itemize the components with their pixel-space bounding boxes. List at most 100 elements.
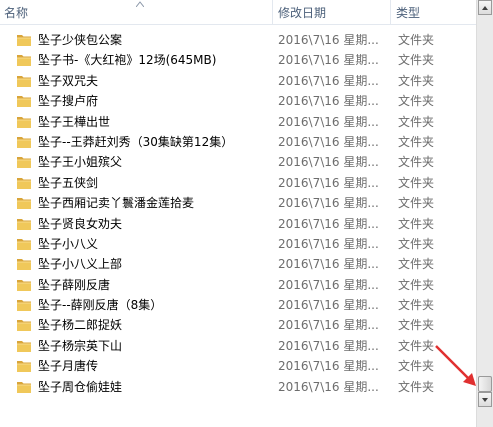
file-type: 文件夹 — [398, 298, 435, 313]
folder-icon — [17, 381, 31, 393]
file-row[interactable]: 坠子小八义上部 2016\7\16 星期... 文件夹 — [0, 254, 476, 274]
folder-icon — [17, 320, 31, 332]
folder-icon — [17, 361, 31, 373]
file-type: 文件夹 — [398, 33, 435, 47]
file-type: 文件夹 — [398, 277, 435, 292]
file-date-modified: 2016\7\16 星期... — [278, 53, 379, 68]
file-date-modified: 2016\7\16 星期... — [278, 73, 379, 88]
file-date-modified: 2016\7\16 星期... — [278, 236, 379, 251]
file-type: 文件夹 — [398, 236, 435, 251]
folder-icon — [17, 75, 31, 87]
file-row[interactable]: 坠子薛刚反唐 2016\7\16 星期... 文件夹 — [0, 275, 476, 295]
file-name: 坠子贤良女劝夫 — [38, 216, 123, 231]
folder-icon — [17, 96, 31, 108]
file-row[interactable]: 坠子少侠包公案 2016\7\16 星期... 文件夹 — [0, 30, 476, 50]
scroll-down-button[interactable] — [478, 392, 492, 407]
file-name: 坠子薛刚反唐 — [38, 277, 111, 292]
file-row[interactable]: 坠子书-《大红袍》12场(645MB) 2016\7\16 星期... 文件夹 — [0, 50, 476, 70]
file-type: 文件夹 — [398, 379, 435, 394]
file-row[interactable]: 坠子王小姐殡父 2016\7\16 星期... 文件夹 — [0, 152, 476, 172]
folder-icon — [17, 300, 31, 312]
file-name: 坠子王樺出世 — [38, 114, 111, 129]
file-type: 文件夹 — [398, 94, 435, 109]
file-date-modified: 2016\7\16 星期... — [278, 338, 379, 353]
file-name: 坠子双咒夫 — [38, 73, 99, 88]
file-type: 文件夹 — [398, 175, 435, 190]
file-name: 坠子周仓偷娃娃 — [38, 379, 123, 394]
file-type: 文件夹 — [398, 73, 435, 88]
folder-icon — [17, 198, 31, 210]
file-date-modified: 2016\7\16 星期... — [278, 134, 379, 149]
file-name: 坠子--薛刚反唐（8集） — [38, 298, 163, 313]
column-divider[interactable] — [272, 0, 273, 24]
file-row[interactable]: 坠子西厢记卖丫鬟潘金莲拾麦 2016\7\16 星期... 文件夹 — [0, 193, 476, 213]
file-name: 坠子少侠包公案 — [38, 33, 123, 47]
file-date-modified: 2016\7\16 星期... — [278, 196, 379, 211]
folder-icon — [17, 238, 31, 250]
scroll-up-button[interactable] — [478, 0, 492, 15]
column-divider[interactable] — [390, 0, 391, 24]
file-row[interactable]: 坠子小八义 2016\7\16 星期... 文件夹 — [0, 234, 476, 254]
file-name: 坠子小八义上部 — [38, 257, 123, 272]
file-date-modified: 2016\7\16 星期... — [278, 298, 379, 313]
folder-icon — [17, 340, 31, 352]
folder-icon — [17, 136, 31, 148]
file-date-modified: 2016\7\16 星期... — [278, 257, 379, 272]
file-row[interactable]: 坠子王樺出世 2016\7\16 星期... 文件夹 — [0, 112, 476, 132]
file-date-modified: 2016\7\16 星期... — [278, 94, 379, 109]
file-list: 坠子少侠包公案 2016\7\16 星期... 文件夹 坠子书-《大红袍》12场(64… — [0, 30, 476, 397]
file-type: 文件夹 — [398, 53, 435, 68]
file-row[interactable]: 坠子--薛刚反唐（8集） 2016\7\16 星期... 文件夹 — [0, 295, 476, 315]
folder-icon — [17, 259, 31, 271]
file-date-modified: 2016\7\16 星期... — [278, 318, 379, 333]
folder-icon — [17, 177, 31, 189]
column-header-date-modified[interactable]: 修改日期 — [278, 0, 390, 24]
file-date-modified: 2016\7\16 星期... — [278, 155, 379, 170]
folder-icon — [17, 35, 31, 46]
file-type: 文件夹 — [398, 155, 435, 170]
annotation-arrow-icon — [435, 345, 476, 386]
file-name: 坠子小八义 — [38, 236, 99, 251]
file-row[interactable]: 坠子双咒夫 2016\7\16 星期... 文件夹 — [0, 71, 476, 91]
file-date-modified: 2016\7\16 星期... — [278, 379, 379, 394]
folder-icon — [17, 55, 31, 67]
file-date-modified: 2016\7\16 星期... — [278, 277, 379, 292]
column-header-bar: 名称 修改日期 类型 — [0, 0, 476, 25]
file-type: 文件夹 — [398, 216, 435, 231]
folder-icon — [17, 218, 31, 230]
file-row[interactable]: 坠子五侠剑 2016\7\16 星期... 文件夹 — [0, 173, 476, 193]
file-name: 坠子五侠剑 — [38, 175, 99, 190]
file-name: 坠子月唐传 — [38, 359, 99, 374]
file-type: 文件夹 — [398, 257, 435, 272]
file-row[interactable]: 坠子搜卢府 2016\7\16 星期... 文件夹 — [0, 91, 476, 111]
folder-icon — [17, 279, 31, 291]
file-name: 坠子杨宗英下山 — [38, 338, 123, 353]
file-type: 文件夹 — [398, 318, 435, 333]
file-type: 文件夹 — [398, 196, 435, 211]
file-name: 坠子--王莽赶刘秀（30集缺第12集） — [38, 134, 234, 149]
file-type: 文件夹 — [398, 134, 435, 149]
folder-icon — [17, 157, 31, 169]
folder-icon — [17, 116, 31, 128]
file-name: 坠子王小姐殡父 — [38, 155, 123, 170]
file-name: 坠子杨二郎捉妖 — [38, 318, 123, 333]
file-name: 坠子搜卢府 — [38, 94, 99, 109]
file-type: 文件夹 — [398, 359, 435, 374]
file-date-modified: 2016\7\16 星期... — [278, 175, 379, 190]
file-type: 文件夹 — [398, 338, 435, 353]
sort-ascending-icon — [135, 1, 145, 9]
file-row[interactable]: 坠子周仓偷娃娃 2016\7\16 星期... 文件夹 — [0, 377, 476, 397]
file-name: 坠子西厢记卖丫鬟潘金莲拾麦 — [38, 196, 195, 211]
file-date-modified: 2016\7\16 星期... — [278, 216, 379, 231]
file-row[interactable]: 坠子贤良女劝夫 2016\7\16 星期... 文件夹 — [0, 214, 476, 234]
file-row[interactable]: 坠子杨二郎捉妖 2016\7\16 星期... 文件夹 — [0, 315, 476, 335]
file-row[interactable]: 坠子月唐传 2016\7\16 星期... 文件夹 — [0, 356, 476, 376]
file-date-modified: 2016\7\16 星期... — [278, 114, 379, 129]
file-name: 坠子书-《大红袍》12场(645MB) — [38, 53, 217, 68]
file-date-modified: 2016\7\16 星期... — [278, 33, 379, 47]
file-row[interactable]: 坠子杨宗英下山 2016\7\16 星期... 文件夹 — [0, 336, 476, 356]
file-date-modified: 2016\7\16 星期... — [278, 359, 379, 374]
file-row[interactable]: 坠子--王莽赶刘秀（30集缺第12集） 2016\7\16 星期... 文件夹 — [0, 132, 476, 152]
file-type: 文件夹 — [398, 114, 435, 129]
column-header-type[interactable]: 类型 — [396, 0, 476, 24]
